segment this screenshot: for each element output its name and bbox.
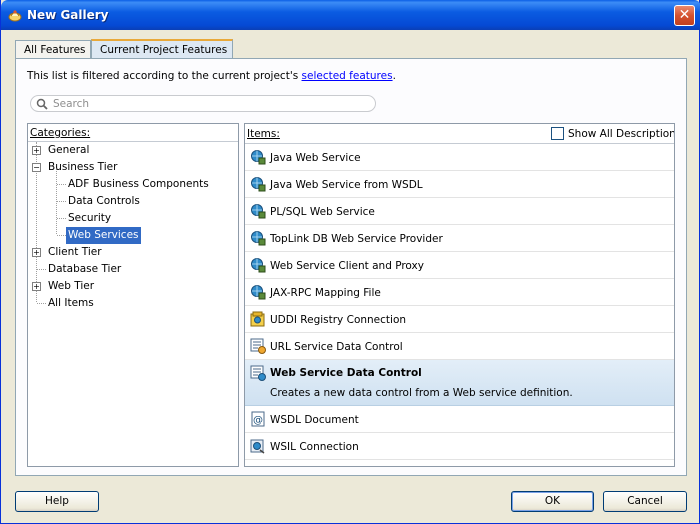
search-box[interactable] <box>30 95 376 112</box>
item-label: UDDI Registry Connection <box>270 314 407 326</box>
tree-connector <box>57 184 66 185</box>
tree-item-label: Web Services <box>66 227 141 244</box>
tree-item-label: Data Controls <box>68 195 140 207</box>
data-control-icon <box>250 365 266 381</box>
gallery-item-plsql-web-service[interactable]: PL/SQL Web Service <box>245 198 674 225</box>
tree-connector <box>57 218 66 219</box>
web-service-icon <box>251 258 266 273</box>
tree-item-business-tier[interactable]: − Business Tier <box>28 159 238 176</box>
tree-connector <box>37 303 46 304</box>
ok-button[interactable]: OK <box>511 491 594 512</box>
tree-item-all-items[interactable]: All Items <box>28 295 238 312</box>
gallery-item-jax-rpc-mapping-file[interactable]: JAX-RPC Mapping File <box>245 279 674 306</box>
item-label: TopLink DB Web Service Provider <box>270 233 443 245</box>
tree-item-adf-business-components[interactable]: ADF Business Components <box>28 176 238 193</box>
show-all-descriptions-label: Show All Descriptions <box>568 128 675 140</box>
item-description: Creates a new data control from a Web se… <box>270 387 573 399</box>
cancel-button[interactable]: Cancel <box>603 491 687 512</box>
expand-icon[interactable]: + <box>32 146 41 155</box>
show-all-descriptions-checkbox[interactable] <box>551 127 564 140</box>
search-input[interactable] <box>53 97 353 110</box>
wsil-icon <box>250 439 265 454</box>
gallery-item-web-service-data-control[interactable]: Web Service Data Control Creates a new d… <box>245 360 674 406</box>
expand-icon[interactable]: + <box>32 282 41 291</box>
item-label: WSIL Connection <box>270 441 359 453</box>
gallery-item-uddi-registry-connection[interactable]: UDDI Registry Connection <box>245 306 674 333</box>
item-label: Web Service Client and Proxy <box>270 260 424 272</box>
gallery-icon <box>8 10 22 22</box>
gallery-panel: This list is filtered according to the c… <box>15 58 687 476</box>
tree-item-security[interactable]: Security <box>28 210 238 227</box>
item-label: Web Service Data Control <box>270 367 422 379</box>
gallery-item-url-service-data-control[interactable]: URL Service Data Control <box>245 333 674 360</box>
gallery-item-wsil-connection[interactable]: WSIL Connection <box>245 433 674 460</box>
items-header-label: Items: <box>247 128 280 140</box>
categories-header-label: Categories: <box>30 127 91 139</box>
web-service-icon <box>251 150 266 165</box>
tree-item-web-services[interactable]: Web Services <box>28 227 238 244</box>
tree-item-database-tier[interactable]: Database Tier <box>28 261 238 278</box>
svg-text:@: @ <box>253 415 263 426</box>
item-label: PL/SQL Web Service <box>270 206 375 218</box>
tree-item-general[interactable]: + General <box>28 142 238 159</box>
uddi-icon <box>250 311 265 327</box>
gallery-item-wsdl-document[interactable]: @ WSDL Document <box>245 406 674 433</box>
filter-note-suffix: . <box>392 70 396 82</box>
tree-item-label: Web Tier <box>48 280 95 292</box>
tree-connector <box>57 235 66 236</box>
web-service-icon <box>251 177 266 192</box>
items-header: Items: Show All Descriptions <box>245 124 674 144</box>
tab-all-features[interactable]: All Features <box>15 40 91 59</box>
item-label: WSDL Document <box>270 414 359 426</box>
new-gallery-dialog: New Gallery ✕ All Features Current Proje… <box>0 0 700 524</box>
filter-note: This list is filtered according to the c… <box>27 70 396 82</box>
show-all-descriptions-toggle[interactable]: Show All Descriptions <box>551 127 674 142</box>
close-button[interactable]: ✕ <box>674 5 695 26</box>
expand-icon[interactable]: + <box>32 248 41 257</box>
tree-item-label: All Items <box>48 297 94 309</box>
web-service-icon <box>251 204 266 219</box>
collapse-icon[interactable]: − <box>32 163 41 172</box>
window-title: New Gallery <box>27 8 109 22</box>
web-service-icon <box>251 231 266 246</box>
category-tree: + General − Business Tier ADF Business C… <box>28 142 238 312</box>
item-label: Java Web Service from WSDL <box>270 179 423 191</box>
tree-item-label: Client Tier <box>48 246 102 258</box>
categories-pane: Categories: + General − Business Tier AD… <box>27 123 239 467</box>
tree-item-label: Security <box>68 212 112 224</box>
wsdl-icon: @ <box>251 411 265 427</box>
web-service-icon <box>251 285 266 300</box>
data-control-icon <box>250 338 266 354</box>
tree-item-label: Database Tier <box>48 263 122 275</box>
help-button[interactable]: Help <box>15 491 99 512</box>
gallery-item-toplink-db-web-service-provider[interactable]: TopLink DB Web Service Provider <box>245 225 674 252</box>
tree-item-data-controls[interactable]: Data Controls <box>28 193 238 210</box>
tab-current-project-features[interactable]: Current Project Features <box>91 39 233 59</box>
tree-item-label: ADF Business Components <box>68 178 209 190</box>
item-label: Java Web Service <box>270 152 361 164</box>
item-label: JAX-RPC Mapping File <box>270 287 381 299</box>
items-pane: Items: Show All Descriptions Java Web Se… <box>244 123 675 467</box>
tree-item-web-tier[interactable]: + Web Tier <box>28 278 238 295</box>
filter-note-text: This list is filtered according to the c… <box>27 70 302 82</box>
tree-connector <box>57 201 66 202</box>
tree-item-label: Business Tier <box>48 161 118 173</box>
gallery-item-java-web-service[interactable]: Java Web Service <box>245 144 674 171</box>
title-bar: New Gallery ✕ <box>1 0 700 30</box>
gallery-item-java-web-service-from-wsdl[interactable]: Java Web Service from WSDL <box>245 171 674 198</box>
gallery-item-web-service-client-and-proxy[interactable]: Web Service Client and Proxy <box>245 252 674 279</box>
tree-item-label: General <box>48 144 90 156</box>
item-label: URL Service Data Control <box>270 341 403 353</box>
tree-connector <box>37 269 46 270</box>
tree-item-client-tier[interactable]: + Client Tier <box>28 244 238 261</box>
selected-features-link[interactable]: selected features <box>302 70 393 82</box>
search-icon <box>36 98 48 110</box>
categories-header: Categories: <box>28 124 238 142</box>
